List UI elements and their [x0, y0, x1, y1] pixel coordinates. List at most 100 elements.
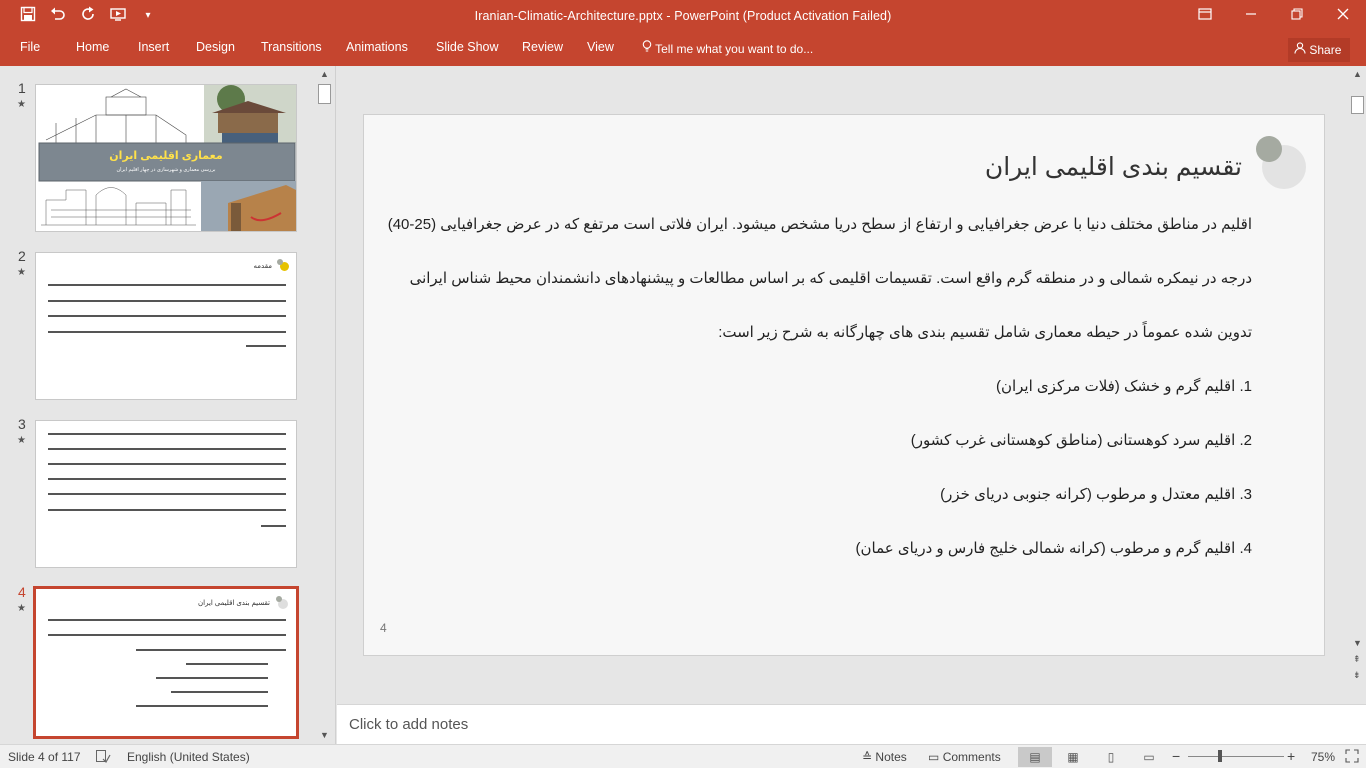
thumbnail-scrollbar[interactable]: ▲ ▼ [316, 66, 333, 744]
thumbnail-number: 1 [18, 80, 26, 96]
notes-placeholder[interactable]: Click to add notes [349, 716, 468, 733]
tab-review[interactable]: Review [522, 40, 563, 54]
tell-me-search[interactable]: Tell me what you want to do... [642, 40, 813, 56]
thumbnail-slide-2[interactable]: مقدمه [35, 252, 297, 400]
slide-count: Slide 4 of 117 [8, 750, 81, 764]
thumbnail-number: 2 [18, 248, 26, 264]
scrollbar-thumb[interactable] [318, 84, 331, 104]
close-icon[interactable] [1320, 0, 1366, 32]
thumbnail-2-title: مقدمه [253, 263, 272, 270]
tab-transitions[interactable]: Transitions [261, 40, 322, 54]
tab-home[interactable]: Home [76, 40, 109, 54]
status-bar: Slide 4 of 117 English (United States) ≙… [0, 744, 1366, 768]
slide-title[interactable]: تقسیم بندی اقلیمی ایران [985, 152, 1242, 182]
zoom-in-icon[interactable]: + [1287, 748, 1295, 764]
slide-list-item[interactable]: 1. اقلیم گرم و خشک (فلات مرکزی ایران) [996, 377, 1252, 395]
spell-check-icon[interactable] [95, 749, 111, 766]
text-line [48, 284, 286, 286]
text-line [186, 663, 268, 665]
thumbnail-1-title: معماری اقلیمی ایران [109, 150, 223, 162]
text-line [48, 433, 286, 435]
slide-thumbnail-pane: 1 ★ معماری اقلیمی ایران بررسی معماری و ش… [0, 66, 336, 744]
tab-insert[interactable]: Insert [138, 40, 169, 54]
text-line [48, 331, 286, 333]
text-line [48, 478, 286, 480]
title-bar: ▾ Iranian-Climatic-Architecture.pptx - P… [0, 0, 1366, 34]
slide-sorter-icon[interactable]: ▦ [1056, 747, 1090, 767]
minimize-icon[interactable] [1228, 0, 1274, 32]
text-line [48, 634, 286, 636]
scroll-up-icon[interactable]: ▲ [1353, 69, 1362, 79]
tab-view[interactable]: View [587, 40, 614, 54]
notes-button[interactable]: ≙ Notes [862, 750, 907, 764]
scroll-down-icon[interactable]: ▼ [320, 730, 329, 740]
share-label: Share [1309, 43, 1342, 57]
text-line [156, 677, 268, 679]
editor-scrollbar[interactable]: ▲ ▼ ⇞ ⇟ [1349, 66, 1366, 704]
zoom-slider-thumb[interactable] [1218, 750, 1222, 762]
text-line [136, 705, 268, 707]
slide-paragraph[interactable]: درجه در نیمکره شمالی و در منطقه گرم واقع… [410, 269, 1252, 287]
animation-star-icon: ★ [17, 99, 26, 110]
text-line [48, 463, 286, 465]
text-line [48, 300, 286, 302]
slide-list-item[interactable]: 2. اقلیم سرد کوهستانی (مناطق کوهستانی غر… [911, 431, 1252, 449]
comments-label: Comments [942, 750, 1001, 764]
decor-circle-small [1256, 136, 1282, 162]
tell-me-text: Tell me what you want to do... [655, 42, 814, 56]
reading-view-icon[interactable]: ▯ [1094, 747, 1128, 767]
text-line [246, 345, 286, 347]
text-line [171, 691, 268, 693]
text-line [136, 649, 286, 651]
slide-paragraph[interactable]: اقلیم در مناطق مختلف دنیا با عرض جغرافیا… [388, 215, 1252, 233]
notes-pane[interactable]: Click to add notes [337, 704, 1366, 744]
tab-animations[interactable]: Animations [346, 40, 408, 54]
notes-label: Notes [875, 750, 907, 764]
slide-number: 4 [380, 621, 387, 635]
animation-star-icon: ★ [17, 435, 26, 446]
language-indicator[interactable]: English (United States) [127, 750, 250, 764]
next-slide-icon[interactable]: ⇟ [1353, 670, 1361, 681]
zoom-out-icon[interactable]: − [1172, 748, 1180, 764]
thumbnail-number: 4 [18, 584, 26, 600]
scrollbar-thumb[interactable] [1351, 96, 1364, 114]
thumbnail-slide-3[interactable] [35, 420, 297, 568]
slide-show-icon[interactable]: ▭ [1132, 747, 1166, 767]
fit-slide-icon[interactable] [1345, 749, 1359, 766]
thumbnail-number: 3 [18, 416, 26, 432]
scroll-up-icon[interactable]: ▲ [320, 69, 329, 79]
person-icon [1294, 42, 1309, 57]
ribbon-display-options-icon[interactable] [1182, 0, 1228, 32]
thumbnail-slide-1[interactable]: معماری اقلیمی ایران بررسی معماری و شهرسا… [35, 84, 297, 232]
text-line [48, 448, 286, 450]
tab-file[interactable]: File [20, 40, 40, 54]
tab-slide-show[interactable]: Slide Show [436, 40, 499, 54]
decor-circle-icon [276, 596, 282, 602]
decor-circle-icon [277, 259, 283, 265]
share-button[interactable]: Share [1288, 38, 1350, 62]
restore-icon[interactable] [1274, 0, 1320, 32]
text-line [261, 525, 286, 527]
tab-design[interactable]: Design [196, 40, 235, 54]
normal-view-icon[interactable]: ▤ [1018, 747, 1052, 767]
ribbon-tabs: File Home Insert Design Transitions Anim… [0, 34, 1366, 66]
window-controls [1182, 0, 1366, 34]
thumbnail-slide-4[interactable]: تقسیم بندی اقلیمی ایران [33, 586, 299, 739]
previous-slide-icon[interactable]: ⇞ [1353, 654, 1361, 665]
animation-star-icon: ★ [17, 603, 26, 614]
thumbnail-1-subtitle: بررسی معماری و شهرسازی در چهار اقلیم ایر… [116, 167, 216, 173]
comment-icon: ▭ [928, 750, 940, 764]
scroll-down-icon[interactable]: ▼ [1353, 638, 1362, 648]
comments-button[interactable]: ▭ Comments [928, 750, 1001, 764]
animation-star-icon: ★ [17, 267, 26, 278]
window-title: Iranian-Climatic-Architecture.pptx - Pow… [474, 9, 892, 23]
zoom-level[interactable]: 75% [1311, 750, 1335, 764]
slide-paragraph[interactable]: تدوین شده عموماً در حیطه معماری شامل تقس… [718, 323, 1252, 341]
zoom-slider[interactable] [1188, 756, 1284, 757]
slide-canvas[interactable]: تقسیم بندی اقلیمی ایران اقلیم در مناطق م… [363, 114, 1325, 656]
slide-list-item[interactable]: 4. اقلیم گرم و مرطوب (کرانه شمالی خلیج ف… [855, 539, 1252, 557]
slide-list-item[interactable]: 3. اقلیم معتدل و مرطوب (کرانه جنوبی دریا… [940, 485, 1252, 503]
text-line [48, 619, 286, 621]
text-line [48, 493, 286, 495]
text-line [48, 315, 286, 317]
